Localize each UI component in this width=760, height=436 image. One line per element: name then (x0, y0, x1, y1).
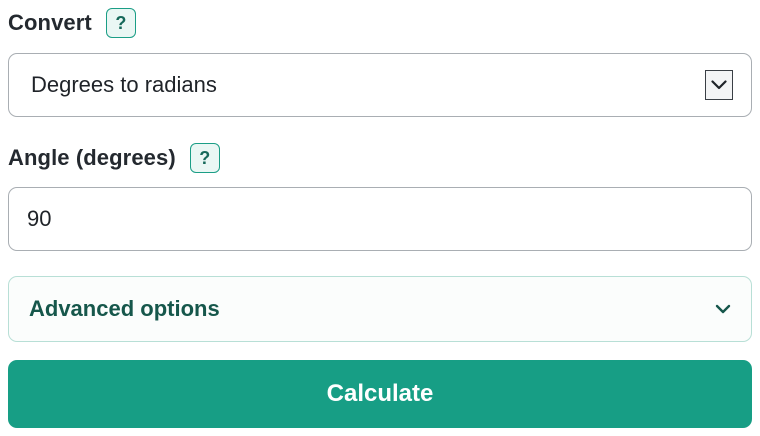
advanced-options-label: Advanced options (29, 296, 220, 321)
calculate-button[interactable]: Calculate (8, 360, 752, 428)
chevron-down-icon[interactable] (705, 70, 733, 100)
angle-input[interactable] (8, 187, 752, 251)
angle-help-button[interactable]: ? (189, 143, 220, 173)
convert-help-button[interactable]: ? (105, 8, 136, 38)
convert-select[interactable]: Degrees to radians (8, 53, 752, 117)
convert-label-row: Convert ? (8, 6, 136, 40)
convert-select-value: Degrees to radians (31, 72, 217, 97)
advanced-options-toggle[interactable]: Advanced options (8, 276, 752, 342)
angle-label-row: Angle (degrees) ? (8, 141, 220, 175)
angle-label: Angle (degrees) (8, 145, 176, 170)
converter-form: Convert ? Degrees to radians Angle (degr… (0, 0, 760, 436)
convert-label: Convert (8, 10, 92, 35)
chevron-down-icon (713, 299, 733, 319)
